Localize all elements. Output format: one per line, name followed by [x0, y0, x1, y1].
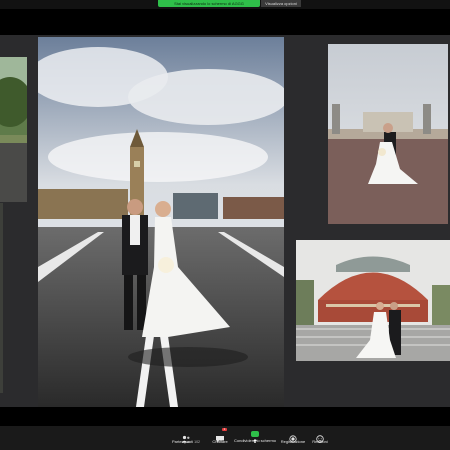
chat-badge: 1: [222, 427, 227, 431]
bottom-black-strip: [0, 407, 450, 426]
share-screen-button[interactable]: Condividere lo schermo: [232, 428, 278, 448]
top-bar: Stai visualizzando lo schermo di AGGG Vi…: [0, 0, 450, 9]
record-icon: [288, 430, 298, 443]
screen-share-banner-text: Stai visualizzando lo schermo di AGGG: [174, 1, 244, 6]
view-options-button[interactable]: Visualizza opzioni: [261, 0, 301, 7]
photo-buckingham-couple: [328, 44, 448, 224]
reactions-button[interactable]: Reazioni: [300, 428, 340, 448]
shared-screen: [0, 35, 450, 407]
photo-left-partial: [0, 57, 27, 202]
photo-left-edge: [0, 203, 3, 393]
participants-icon: [181, 430, 191, 443]
view-options-label: Visualizza opzioni: [265, 1, 297, 6]
photo-royal-albert-hall-couple: [296, 240, 450, 361]
share-screen-icon: [251, 431, 259, 443]
screen-share-banner[interactable]: Stai visualizzando lo schermo di AGGG: [158, 0, 260, 7]
chat-icon: 1: [215, 427, 227, 443]
photo-westminster-couple: [38, 37, 284, 407]
top-black-strip: [0, 9, 450, 35]
meeting-toolbar: Partecipanti102 1 Chattare Condividere l…: [0, 426, 450, 450]
reactions-icon: [315, 430, 325, 443]
